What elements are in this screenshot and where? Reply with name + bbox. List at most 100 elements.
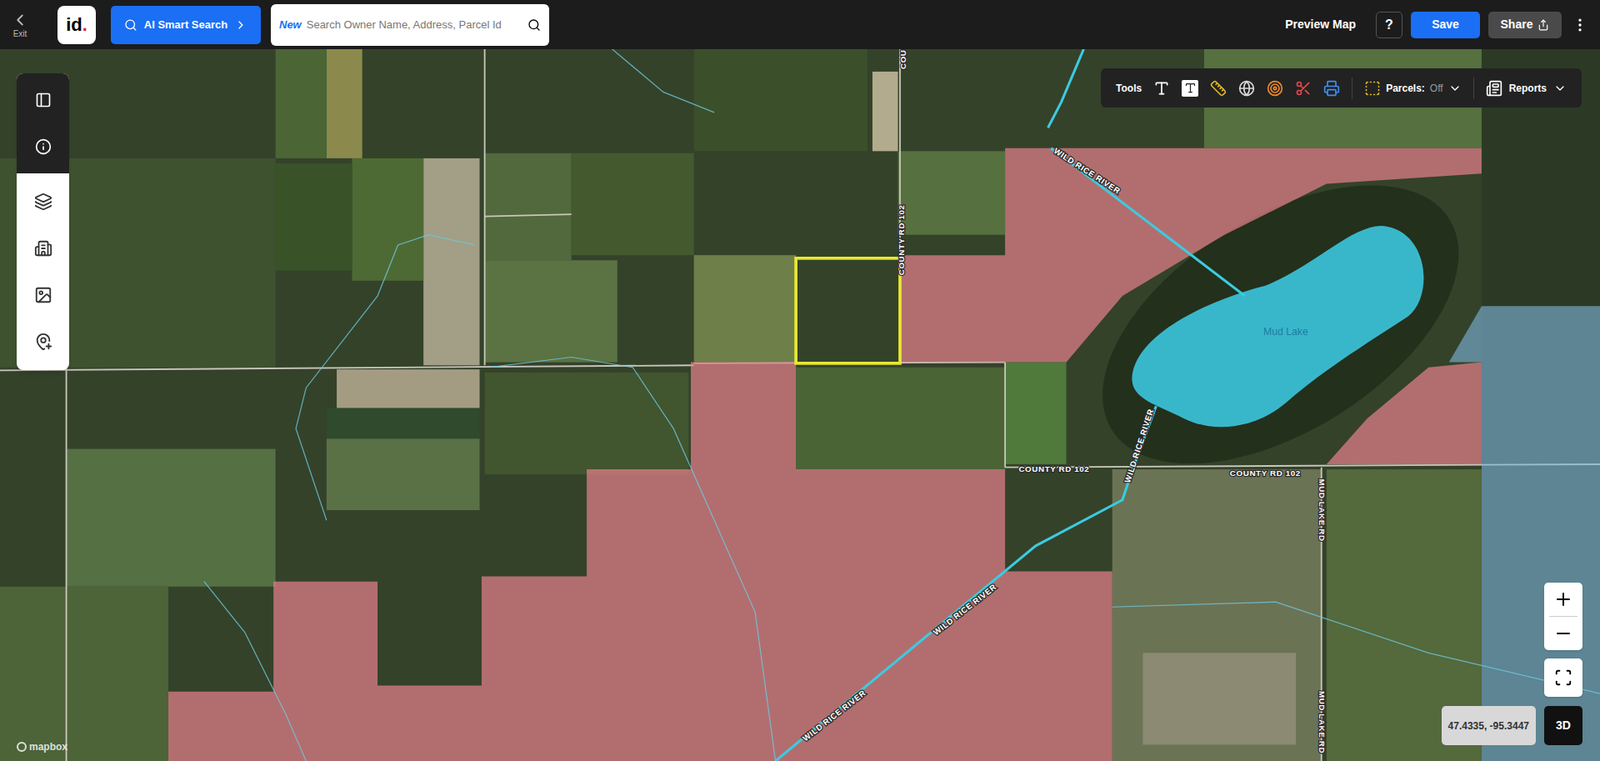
- info-icon: [35, 138, 52, 155]
- zoom-out-button[interactable]: [1544, 616, 1583, 650]
- radius-icon[interactable]: [1266, 80, 1284, 97]
- field: [275, 163, 353, 270]
- rivers: [775, 49, 1245, 761]
- help-button[interactable]: ?: [1375, 11, 1403, 39]
- road-label: COUNTY RD 102: [896, 204, 906, 275]
- mapbox-attribution[interactable]: mapbox: [16, 739, 68, 755]
- preview-map-button[interactable]: Preview Map: [1276, 15, 1365, 34]
- top-bar: Exit id. AI Smart SearchNewSearch Owner Na…: [0, 0, 1600, 50]
- share-button[interactable]: Share: [1488, 11, 1562, 39]
- toggle-panel-button[interactable]: [16, 76, 70, 124]
- search-icon: [124, 18, 138, 32]
- field: [0, 49, 1600, 761]
- info-button[interactable]: [16, 123, 70, 170]
- field: [694, 49, 868, 151]
- more-icon: [1571, 16, 1589, 34]
- minus-icon: [1553, 623, 1574, 644]
- field: [66, 449, 276, 587]
- chevron-down-icon: [1448, 81, 1462, 95]
- app: Exit id. AI Smart SearchNewSearch Owner Na…: [0, 0, 1600, 761]
- logo[interactable]: id.: [57, 5, 96, 45]
- left-toolbar: [16, 73, 70, 370]
- field: [571, 153, 695, 255]
- reports-icon: [1485, 80, 1503, 97]
- road-label: COUNTY RD 102: [1018, 464, 1090, 474]
- water-overlay: [1449, 305, 1600, 761]
- field: [351, 158, 424, 281]
- text-icon[interactable]: [1153, 80, 1170, 97]
- field: [0, 586, 169, 761]
- field: [872, 71, 899, 151]
- add-pin-button[interactable]: [16, 318, 70, 365]
- search-field[interactable]: NewSearch Owner Name, Address, Parcel Id: [270, 4, 550, 46]
- fit-icon: [1554, 668, 1573, 687]
- ai-search-button[interactable]: AI Smart Search: [110, 5, 261, 45]
- panel-icon: [35, 91, 52, 109]
- parcel-icon: [1364, 80, 1381, 97]
- field: [423, 158, 480, 365]
- river-label: WILD RICE RIVER: [800, 688, 868, 744]
- field: [1005, 362, 1066, 465]
- public-land-overlay: [168, 362, 1113, 761]
- image-icon: [34, 285, 53, 305]
- field: [485, 260, 618, 362]
- share-icon: [1537, 19, 1550, 31]
- field: [485, 372, 690, 475]
- streams: [204, 49, 1600, 761]
- field: [795, 367, 1005, 470]
- plus-icon: [1553, 589, 1574, 610]
- field: [0, 158, 276, 368]
- zoom-controls: [1544, 582, 1583, 650]
- public-land-overlay: [1326, 362, 1482, 465]
- printer-icon[interactable]: [1323, 80, 1340, 97]
- field: [694, 255, 796, 362]
- add-pin-icon: [34, 332, 53, 351]
- tools-bar: ToolsParcels:OffReports: [1100, 68, 1582, 108]
- map-canvas[interactable]: WILD RICE RIVER WILD RICE RIVER WILD RICE …: [0, 49, 1600, 761]
- scissors-icon[interactable]: [1295, 80, 1312, 97]
- building-icon: [34, 239, 53, 258]
- coordinates-box: 47.4335, -95.3447: [1441, 705, 1536, 745]
- roads: [0, 49, 1600, 761]
- map[interactable]: WILD RICE RIVER WILD RICE RIVER WILD RICE …: [0, 49, 1600, 761]
- field: [485, 153, 572, 260]
- fit-bounds-button[interactable]: [1544, 658, 1583, 697]
- buildings-button[interactable]: [16, 225, 70, 272]
- river-label: WILD RICE RIVER: [1122, 407, 1155, 485]
- reports-button[interactable]: Reports: [1485, 80, 1567, 97]
- field: [1142, 652, 1296, 745]
- river-label: WILD RICE RIVER: [1052, 145, 1123, 196]
- selected-parcel[interactable]: [795, 258, 900, 364]
- back-icon: [10, 10, 30, 30]
- zoom-in-button[interactable]: [1544, 582, 1583, 616]
- mapbox-logo-icon: [16, 741, 27, 752]
- 3d-button[interactable]: 3D: [1544, 705, 1583, 745]
- road-label: MUD LAKE RD: [1317, 690, 1327, 754]
- ruler-icon[interactable]: [1210, 80, 1227, 97]
- lake: [1131, 225, 1424, 427]
- field: [898, 150, 1006, 235]
- chevron-right-icon: [234, 18, 248, 32]
- globe-icon[interactable]: [1238, 80, 1255, 97]
- chevron-down-icon: [1553, 81, 1567, 95]
- imagery-button[interactable]: [16, 271, 70, 319]
- save-button[interactable]: Save: [1410, 11, 1480, 39]
- exit-button[interactable]: Exit: [5, 10, 35, 40]
- road-label: COUNTY RD 102: [1230, 468, 1301, 478]
- layers-icon: [34, 192, 53, 211]
- field: [336, 369, 480, 408]
- river-label: WILD RICE RIVER: [931, 581, 999, 637]
- field: [1112, 469, 1322, 761]
- text-box-icon: [1184, 81, 1197, 95]
- lake-label: Mud Lake: [1263, 325, 1309, 338]
- parcels-toggle[interactable]: Parcels:Off: [1364, 80, 1462, 97]
- field: [275, 49, 327, 159]
- search-icon: [527, 18, 541, 32]
- layers-button[interactable]: [16, 178, 70, 225]
- road-label: MUD LAKE RD: [1317, 478, 1327, 541]
- text-box-tool[interactable]: [1181, 80, 1199, 97]
- more-button[interactable]: [1571, 16, 1589, 34]
- road-label: COU: [898, 49, 908, 70]
- field: [326, 49, 363, 159]
- field: [326, 438, 480, 510]
